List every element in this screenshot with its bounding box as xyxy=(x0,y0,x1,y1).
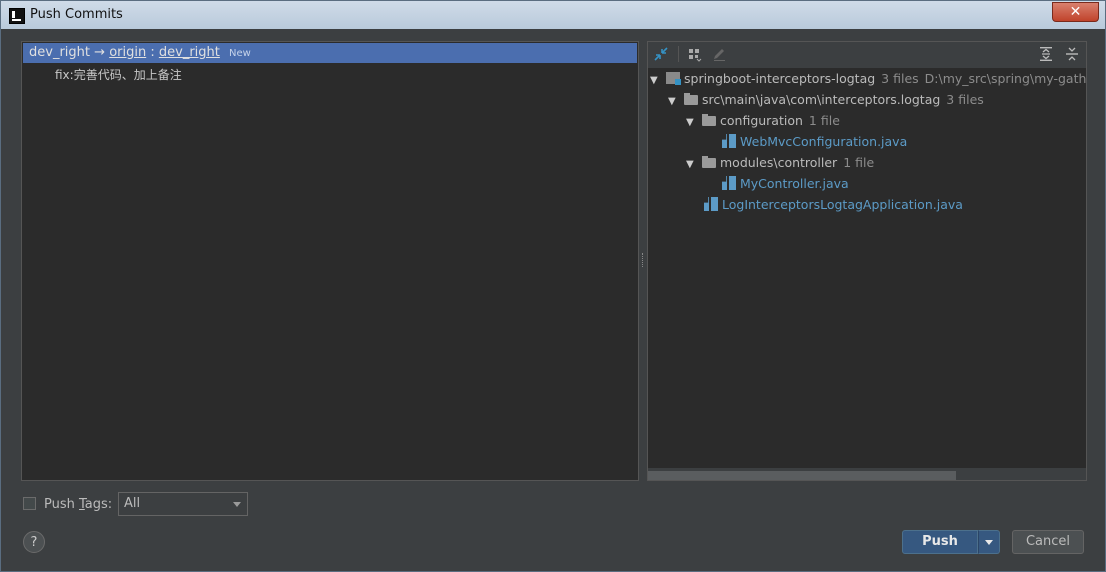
push-tags-checkbox[interactable] xyxy=(23,497,36,510)
folder-icon xyxy=(684,93,698,105)
edit-source-icon[interactable] xyxy=(711,46,727,62)
changed-files-tree: ▼ springboot-interceptors-logtag 3 files D:… xyxy=(648,68,1086,468)
folder-icon xyxy=(702,156,716,168)
tree-file-application[interactable]: LogInterceptorsLogtagApplication.java xyxy=(704,194,963,215)
push-commits-dialog: Push Commits ✕ dev_right → origin : dev_… xyxy=(0,0,1106,572)
intellij-app-icon xyxy=(9,8,25,24)
window-title: Push Commits xyxy=(30,7,123,22)
toolbar-separator xyxy=(678,46,679,62)
tree-node-controller[interactable]: ▼ modules\controller 1 file xyxy=(686,152,874,173)
chevron-down-icon xyxy=(985,540,993,545)
new-branch-badge: New xyxy=(229,48,251,59)
commits-panel: dev_right → origin : dev_right New fix:完… xyxy=(21,41,639,481)
tags-mode-value: All xyxy=(124,496,141,511)
local-branch: dev_right xyxy=(29,45,90,60)
collapse-all-icon[interactable] xyxy=(1064,46,1080,62)
folder-icon xyxy=(702,114,716,126)
tags-mode-select[interactable]: All xyxy=(118,492,248,516)
tree-node-configuration[interactable]: ▼ configuration 1 file xyxy=(686,110,840,131)
java-class-icon xyxy=(704,197,718,211)
expand-all-icon[interactable] xyxy=(1038,46,1054,62)
changes-panel: ▼ springboot-interceptors-logtag 3 files D:… xyxy=(647,41,1087,481)
expand-arrow-icon[interactable]: ▼ xyxy=(686,154,702,175)
expand-arrow-icon[interactable]: ▼ xyxy=(668,91,684,112)
branch-separator: : xyxy=(150,45,155,60)
horizontal-scrollbar[interactable] xyxy=(648,471,956,480)
expand-arrow-icon[interactable]: ▼ xyxy=(686,112,702,133)
java-class-icon xyxy=(722,134,736,148)
push-options-dropdown[interactable] xyxy=(978,530,1000,554)
commit-item[interactable]: fix:完善代码、加上备注 xyxy=(55,66,182,83)
remote-link[interactable]: origin xyxy=(109,45,146,60)
changes-toolbar xyxy=(648,42,1086,66)
push-arrow: → xyxy=(94,45,106,60)
push-tags-label[interactable]: Push Tags: xyxy=(44,497,112,512)
panel-splitter[interactable] xyxy=(642,253,645,267)
tree-node-project[interactable]: ▼ springboot-interceptors-logtag 3 files D:… xyxy=(650,68,1086,89)
chevron-down-icon xyxy=(233,502,241,507)
help-button[interactable]: ? xyxy=(23,531,45,553)
cancel-button[interactable]: Cancel xyxy=(1012,530,1084,554)
expand-diff-icon[interactable] xyxy=(653,46,669,62)
push-button[interactable]: Push xyxy=(902,530,978,554)
close-button[interactable]: ✕ xyxy=(1052,2,1099,22)
title-bar: Push Commits ✕ xyxy=(1,1,1105,29)
tree-file-mycontroller[interactable]: MyController.java xyxy=(722,173,849,194)
group-by-icon[interactable] xyxy=(686,46,702,62)
branch-push-row[interactable]: dev_right → origin : dev_right New xyxy=(23,43,637,63)
tree-node-package[interactable]: ▼ src\main\java\com\interceptors.logtag 3 … xyxy=(668,89,984,110)
java-class-icon xyxy=(722,176,736,190)
tree-file-webmvcconfiguration[interactable]: WebMvcConfiguration.java xyxy=(722,131,907,152)
remote-branch-link[interactable]: dev_right xyxy=(159,45,220,60)
expand-arrow-icon[interactable]: ▼ xyxy=(650,70,666,91)
module-folder-icon xyxy=(666,72,681,85)
